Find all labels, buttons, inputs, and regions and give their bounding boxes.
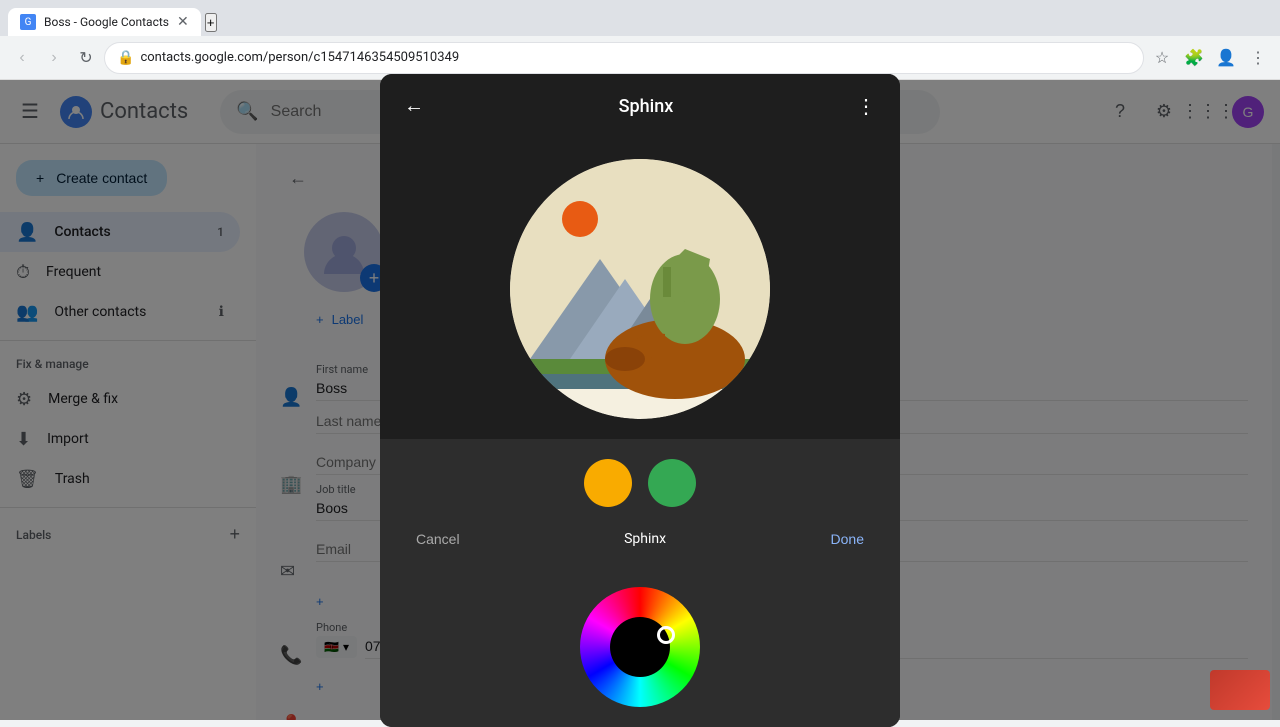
lock-icon: 🔒 xyxy=(117,50,134,66)
toolbar-actions: ☆ 🧩 👤 ⋮ xyxy=(1148,44,1272,72)
photo-circle-container xyxy=(510,159,770,419)
done-label: Done xyxy=(831,531,864,547)
active-tab[interactable]: G Boss - Google Contacts ✕ xyxy=(8,8,201,36)
photo-circle xyxy=(510,159,770,419)
refresh-button[interactable]: ↻ xyxy=(72,44,100,72)
sphinx-svg xyxy=(510,159,770,419)
modal-done-button[interactable]: Done xyxy=(831,523,864,555)
photo-modal-overlay: ← Sphinx ⋮ xyxy=(0,80,1280,720)
back-nav-button[interactable]: ‹ xyxy=(8,44,36,72)
color-chip-green[interactable] xyxy=(648,459,696,507)
browser-chrome: G Boss - Google Contacts ✕ + ‹ › ↻ 🔒 con… xyxy=(0,0,1280,80)
extension-button[interactable]: 🧩 xyxy=(1180,44,1208,72)
tab-favicon: G xyxy=(20,14,36,30)
account-button[interactable]: 👤 xyxy=(1212,44,1240,72)
modal-back-button[interactable]: ← xyxy=(400,91,428,122)
color-wheel-cursor xyxy=(657,626,675,644)
color-chips xyxy=(400,459,880,507)
modal-title: Sphinx xyxy=(440,96,852,117)
forward-nav-button[interactable]: › xyxy=(40,44,68,72)
color-wheel-area xyxy=(400,587,880,707)
modal-more-button[interactable]: ⋮ xyxy=(852,90,880,123)
modal-cancel-button[interactable]: Cancel xyxy=(416,523,460,555)
browser-tabs: G Boss - Google Contacts ✕ + xyxy=(0,0,1280,36)
cancel-label: Cancel xyxy=(416,531,460,547)
modal-image-area xyxy=(380,139,900,439)
modal-header: ← Sphinx ⋮ xyxy=(380,74,900,139)
tab-close-button[interactable]: ✕ xyxy=(177,14,189,30)
bottom-thumbnail xyxy=(1210,670,1270,710)
url-display: contacts.google.com/person/c154714635450… xyxy=(140,50,459,65)
tab-title: Boss - Google Contacts xyxy=(44,15,169,29)
address-bar[interactable]: 🔒 contacts.google.com/person/c1547146354… xyxy=(104,42,1144,74)
color-wheel-inner xyxy=(610,617,670,677)
modal-controls: Cancel Sphinx Done xyxy=(380,439,900,727)
modal-footer: Cancel Sphinx Done xyxy=(400,523,880,571)
menu-button[interactable]: ⋮ xyxy=(1244,44,1272,72)
color-chip-yellow[interactable] xyxy=(584,459,632,507)
photo-modal: ← Sphinx ⋮ xyxy=(380,74,900,727)
modal-image-name: Sphinx xyxy=(624,531,666,547)
new-tab-button[interactable]: + xyxy=(205,13,217,32)
thumbnail-content xyxy=(1210,670,1270,710)
color-wheel[interactable] xyxy=(580,587,700,707)
bookmark-button[interactable]: ☆ xyxy=(1148,44,1176,72)
